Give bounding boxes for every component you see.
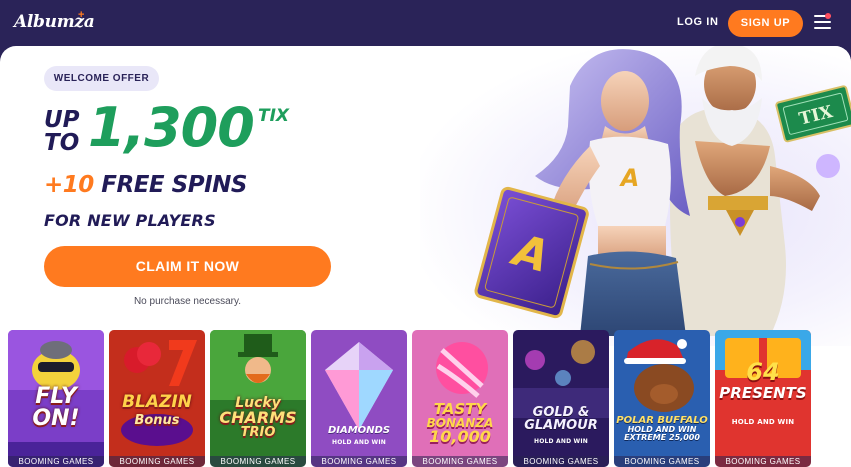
svg-text:A: A <box>619 164 640 192</box>
new-players-subline: FOR NEW PLAYERS <box>44 211 216 230</box>
game-tile-64-presents[interactable]: 64 PRESENTS HOLD AND WIN BOOMING GAMES <box>715 330 811 467</box>
game-tile-gold-glamour[interactable]: GOLD & GLAMOUR HOLD AND WIN BOOMING GAME… <box>513 330 609 467</box>
tasty-bonanza-title: TASTY BONANZA 10,000 <box>426 400 494 446</box>
gold-glamour-title: GOLD & GLAMOUR <box>524 405 598 433</box>
headline-amount: 1,300 <box>88 96 255 159</box>
spins-count: +10 <box>44 172 94 198</box>
diamonds-provider: BOOMING GAMES <box>311 456 407 467</box>
diamonds-subtitle: HOLD AND WIN <box>331 439 387 446</box>
gold-glamour-subtitle: HOLD AND WIN <box>533 438 589 445</box>
game-tile-tasty-bonanza[interactable]: TASTY BONANZA 10,000 BOOMING GAMES <box>412 330 508 467</box>
lucky-charms-title: Lucky CHARMS TRIO <box>219 395 297 440</box>
polar-buffalo-provider: BOOMING GAMES <box>614 456 710 467</box>
tix-banknote: TIX <box>775 85 851 143</box>
game-tile-diamonds[interactable]: DIAMONDS HOLD AND WIN BOOMING GAMES <box>311 330 407 467</box>
claim-offer-button[interactable]: CLAIM IT NOW <box>44 246 331 287</box>
64-presents-subtitle: HOLD AND WIN <box>731 418 795 426</box>
welcome-hero-panel: WELCOME OFFER UP TO 1,300 TIX +10 FREE S… <box>0 46 851 467</box>
spins-label: FREE SPINS <box>101 172 247 198</box>
gold-glamour-provider: BOOMING GAMES <box>513 456 609 467</box>
headline-currency: TIX <box>258 106 290 126</box>
game-tile-fly-on[interactable]: FLY ON! BOOMING GAMES <box>8 330 104 467</box>
polar-buffalo-artwork <box>614 330 710 467</box>
polar-buffalo-title: POLAR BUFFALO HOLD AND WIN EXTREME 25,00… <box>616 415 708 442</box>
tasty-bonanza-provider: BOOMING GAMES <box>412 456 508 467</box>
game-tile-lucky-charms-trio[interactable]: Lucky CHARMS TRIO BOOMING GAMES <box>210 330 306 467</box>
welcome-offer-badge: WELCOME OFFER <box>44 66 159 91</box>
notification-dot-icon <box>825 13 831 19</box>
top-navigation-bar: Albumza + LOG IN SIGN UP <box>0 0 851 46</box>
lucky-charms-provider: BOOMING GAMES <box>210 456 306 467</box>
game-tile-blazin-bonus[interactable]: BLAZIN Bonus BOOMING GAMES <box>109 330 205 467</box>
hero-characters-illustration: TIX A A <box>474 46 851 336</box>
free-spins-line: +10 FREE SPINS <box>44 171 247 199</box>
game-tiles-strip: FLY ON! BOOMING GAMES BLAZIN Bonus BOOMI… <box>0 328 851 467</box>
64-presents-title: 64 PRESENTS <box>719 358 807 402</box>
gold-glamour-artwork <box>513 330 609 467</box>
blazin-bonus-provider: BOOMING GAMES <box>109 456 205 467</box>
signup-button[interactable]: SIGN UP <box>728 10 803 37</box>
fly-on-title: FLY ON! <box>32 384 80 431</box>
64-presents-provider: BOOMING GAMES <box>715 456 811 467</box>
a-card: A <box>474 186 589 319</box>
blazin-bonus-title: BLAZIN Bonus <box>122 392 192 428</box>
headline-to: TO <box>44 130 80 156</box>
game-tile-polar-buffalo[interactable]: POLAR BUFFALO HOLD AND WIN EXTREME 25,00… <box>614 330 710 467</box>
headline-up: UP <box>44 107 80 133</box>
tasty-bonanza-artwork <box>412 330 508 467</box>
logo-plus-mark: + <box>78 9 85 21</box>
diamonds-title: DIAMONDS <box>327 425 391 436</box>
fly-on-provider: BOOMING GAMES <box>8 456 104 467</box>
diamonds-artwork <box>311 330 407 467</box>
zeus-figure <box>670 46 840 336</box>
login-link[interactable]: LOG IN <box>677 16 719 28</box>
no-purchase-disclaimer: No purchase necessary. <box>133 296 242 307</box>
